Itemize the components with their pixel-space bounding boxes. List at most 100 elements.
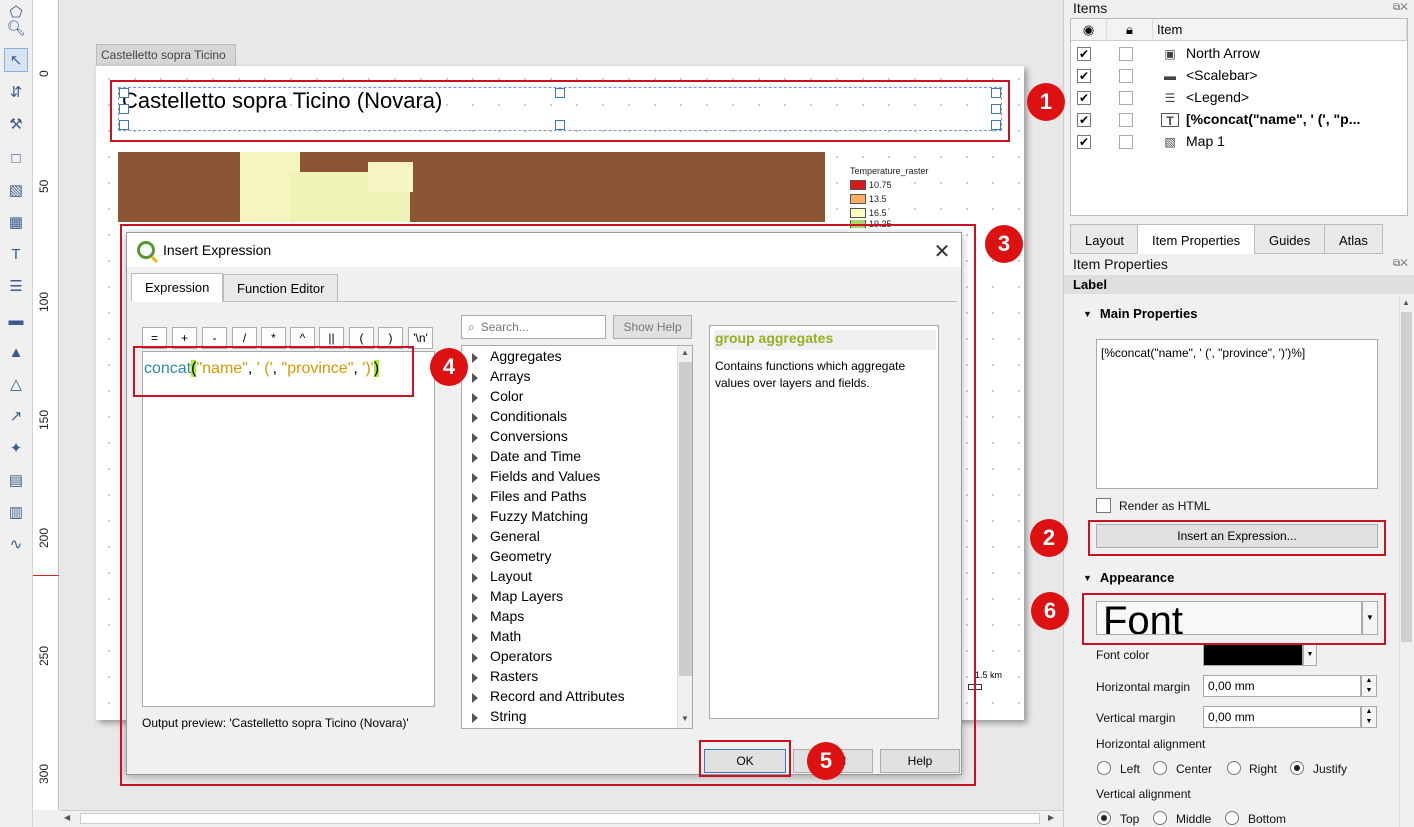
legend-entry: 10.75 [850, 178, 929, 192]
map-icon: ▧ [1164, 135, 1176, 149]
item-row[interactable]: ✔ ▧ Map 1 [1071, 131, 1407, 153]
callout-box-3 [120, 224, 976, 786]
add-html-icon[interactable]: ▤ [4, 468, 28, 492]
callout-box-1 [110, 80, 1010, 142]
ruler-tick: 200 [37, 527, 51, 548]
add-3d-map-icon[interactable]: ▧ [4, 178, 28, 202]
edit-nodes-icon[interactable]: ⚒ [4, 112, 28, 136]
tab-layout[interactable]: Layout [1070, 224, 1140, 254]
legend-entry: 13.5 [850, 192, 929, 206]
callout-badge-1: 1 [1027, 83, 1065, 121]
add-elevation-profile-icon[interactable]: ∿ [4, 532, 28, 556]
items-table: ◉ 🔒︎ Item ✔ ▣ North Arrow ✔ ▬ <Scalebar>… [1070, 18, 1408, 216]
spinbox-arrows-icon[interactable]: ▲ ▼ [1361, 706, 1377, 728]
legend-title: Temperature_raster [850, 166, 929, 176]
scroll-up-icon[interactable]: ▲ [1402, 298, 1410, 307]
picture-icon: ▣ [1164, 47, 1176, 61]
valign-middle-radio[interactable] [1153, 811, 1167, 825]
item-row[interactable]: ✔ T [%concat("name", ' (', "p... [1071, 109, 1407, 131]
valign-bottom-label: Bottom [1248, 812, 1287, 826]
scroll-right-icon[interactable]: ▶ [1048, 813, 1054, 822]
move-content-icon[interactable]: ⇵ [4, 80, 28, 104]
add-shape-icon[interactable]: △ [4, 372, 28, 396]
add-map-icon[interactable]: ▦ [4, 210, 28, 234]
add-north-arrow-icon[interactable]: ▲ [4, 340, 28, 364]
legend-item[interactable]: Temperature_raster 10.75 13.5 16.5 19.25 [850, 166, 929, 228]
vertical-alignment-label: Vertical alignment [1096, 787, 1191, 801]
appearance-section[interactable]: Appearance [1083, 570, 1174, 585]
callout-badge-4: 4 [430, 348, 468, 386]
lock-column-header[interactable]: 🔒︎ [1107, 19, 1153, 41]
zoom-icon[interactable]: 🔍︎ [4, 16, 28, 40]
callout-badge-2: 2 [1030, 519, 1068, 557]
add-arrow-icon[interactable]: ↗ [4, 404, 28, 428]
page-tab[interactable]: Castelletto sopra Ticino [96, 44, 236, 66]
halign-left-label: Left [1120, 762, 1141, 776]
scalebar-label: 1.5 km [975, 670, 1003, 680]
legend-icon: ☰ [1164, 91, 1176, 105]
chevron-down-icon[interactable]: ▼ [1303, 644, 1317, 666]
items-panel-title: Items [1073, 0, 1108, 16]
properties-scrollbar[interactable]: ▲ [1399, 296, 1413, 827]
ruler-cursor-marker [33, 575, 59, 576]
spinbox-arrows-icon[interactable]: ▲ ▼ [1361, 675, 1377, 697]
main-properties-section[interactable]: Main Properties [1083, 306, 1198, 321]
tab-guides[interactable]: Guides [1254, 224, 1326, 254]
item-label: [%concat("name", ' (', "p... [1186, 111, 1361, 127]
float-panel-icon[interactable]: ⧉✕ [1393, 2, 1411, 14]
item-label: <Legend> [1186, 89, 1250, 105]
add-attribute-table-icon[interactable]: ▥ [4, 500, 28, 524]
vertical-margin-field[interactable]: 0,00 mm [1203, 706, 1361, 728]
add-legend-icon[interactable]: ☰ [4, 274, 28, 298]
halign-right-radio[interactable] [1227, 761, 1241, 775]
item-row[interactable]: ✔ ▬ <Scalebar> [1071, 65, 1407, 87]
halign-left-radio[interactable] [1097, 761, 1111, 775]
lock-checkbox[interactable] [1119, 91, 1133, 105]
item-column-header[interactable]: Item [1153, 19, 1407, 41]
add-node-item-icon[interactable]: ✦ [4, 436, 28, 460]
callout-box-5 [699, 740, 791, 777]
visibility-checkbox[interactable]: ✔ [1077, 47, 1091, 61]
item-row[interactable]: ✔ ☰ <Legend> [1071, 87, 1407, 109]
item-row[interactable]: ✔ ▣ North Arrow [1071, 43, 1407, 65]
select-move-item-icon[interactable]: ↖ [4, 48, 28, 72]
scroll-left-icon[interactable]: ◀ [64, 813, 70, 822]
font-color-button[interactable] [1203, 644, 1303, 666]
visibility-checkbox[interactable]: ✔ [1077, 69, 1091, 83]
valign-bottom-radio[interactable] [1225, 811, 1239, 825]
eye-icon: ◉ [1082, 22, 1095, 37]
item-label: North Arrow [1186, 45, 1260, 61]
tab-atlas[interactable]: Atlas [1324, 224, 1383, 254]
font-color-label: Font color [1096, 648, 1150, 662]
ruler-tick: 100 [37, 291, 51, 312]
lock-checkbox[interactable] [1119, 135, 1133, 149]
halign-right-label: Right [1249, 762, 1278, 776]
visibility-checkbox[interactable]: ✔ [1077, 91, 1091, 105]
scalebar-icon: ▬ [1164, 69, 1176, 83]
lock-checkbox[interactable] [1119, 113, 1133, 127]
halign-justify-radio[interactable] [1290, 761, 1304, 775]
visibility-checkbox[interactable]: ✔ [1077, 113, 1091, 127]
visibility-checkbox[interactable]: ✔ [1077, 135, 1091, 149]
add-page-icon[interactable]: □ [4, 146, 28, 170]
tab-item-properties[interactable]: Item Properties [1137, 224, 1256, 254]
map-item[interactable] [118, 152, 825, 222]
raster-cell [368, 162, 413, 192]
ruler-tick: 50 [37, 179, 51, 193]
render-html-checkbox[interactable] [1096, 498, 1111, 513]
halign-center-radio[interactable] [1153, 761, 1167, 775]
scrollbar-thumb[interactable] [80, 813, 1040, 824]
valign-top-radio[interactable] [1097, 811, 1111, 825]
vertical-ruler: 0 50 100 150 200 250 300 [33, 0, 59, 810]
horizontal-margin-field[interactable]: 0,00 mm [1203, 675, 1361, 697]
visibility-column-header[interactable]: ◉ [1071, 19, 1107, 41]
label-text-area[interactable]: [%concat("name", ' (', "province", ')')%… [1096, 339, 1378, 489]
ruler-tick: 0 [37, 70, 51, 77]
add-label-icon[interactable]: T [4, 242, 28, 266]
canvas-horizontal-scrollbar[interactable]: ◀ ▶ [60, 810, 1063, 826]
add-scalebar-icon[interactable]: ▬ [4, 308, 28, 332]
lock-checkbox[interactable] [1119, 69, 1133, 83]
scrollbar-thumb[interactable] [1401, 312, 1412, 642]
float-panel-icon[interactable]: ⧉✕ [1393, 258, 1411, 270]
lock-checkbox[interactable] [1119, 47, 1133, 61]
